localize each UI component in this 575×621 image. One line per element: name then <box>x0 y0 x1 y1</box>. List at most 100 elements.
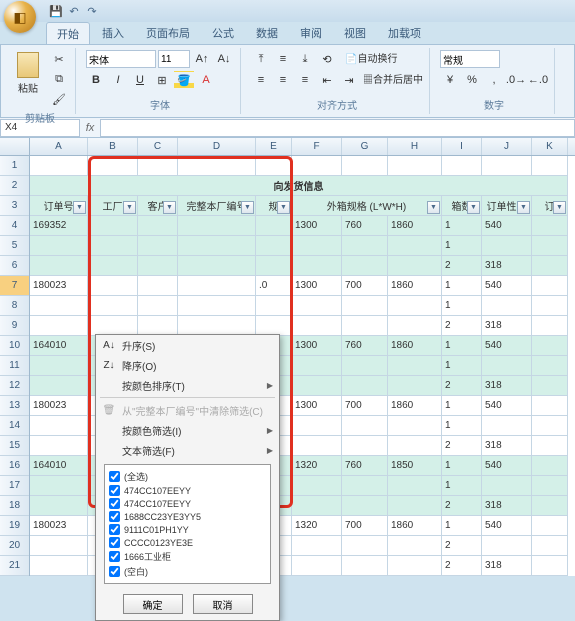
comma-icon[interactable]: , <box>484 71 504 89</box>
cell[interactable] <box>342 296 388 316</box>
cell[interactable] <box>30 256 88 276</box>
indent-dec-icon[interactable]: ⇤ <box>317 71 337 89</box>
dec-decimal-icon[interactable]: ←.0 <box>528 71 548 89</box>
cell[interactable]: 540 <box>482 336 532 356</box>
cell[interactable] <box>532 256 568 276</box>
tab-insert[interactable]: 插入 <box>92 22 134 44</box>
cell[interactable] <box>30 416 88 436</box>
cell[interactable] <box>342 316 388 336</box>
cell[interactable]: 规▼ <box>256 196 292 216</box>
filter-dropdown-icon[interactable]: ▼ <box>467 201 480 214</box>
cell[interactable] <box>292 356 342 376</box>
row-header[interactable]: 9 <box>0 316 29 336</box>
cell[interactable] <box>532 216 568 236</box>
checkbox[interactable] <box>109 566 120 577</box>
cell[interactable] <box>388 436 442 456</box>
cell[interactable]: 1320 <box>292 456 342 476</box>
cell[interactable] <box>292 376 342 396</box>
cell[interactable]: 1860 <box>388 276 442 296</box>
cell[interactable]: 700 <box>342 396 388 416</box>
cell[interactable] <box>532 536 568 556</box>
row-header[interactable]: 16 <box>0 456 29 476</box>
cell[interactable]: 164010 <box>30 456 88 476</box>
cell[interactable] <box>342 496 388 516</box>
cell[interactable]: 订▼ <box>532 196 568 216</box>
cell[interactable]: 318 <box>482 256 532 276</box>
cell[interactable]: 1860 <box>388 396 442 416</box>
cell[interactable] <box>256 316 292 336</box>
row-header[interactable]: 21 <box>0 556 29 576</box>
cancel-button[interactable]: 取消 <box>193 594 253 614</box>
cell[interactable]: 2 <box>442 376 482 396</box>
undo-icon[interactable]: ↶ <box>66 3 82 19</box>
redo-icon[interactable]: ↷ <box>84 3 100 19</box>
cell[interactable] <box>532 376 568 396</box>
cell[interactable] <box>342 156 388 176</box>
cell[interactable]: 1 <box>442 476 482 496</box>
cell[interactable] <box>138 216 178 236</box>
cell[interactable] <box>88 156 138 176</box>
column-header[interactable]: A <box>30 138 88 155</box>
cell[interactable]: 1 <box>442 416 482 436</box>
fx-icon[interactable]: fx <box>80 122 100 134</box>
cell[interactable] <box>342 476 388 496</box>
cell[interactable] <box>292 476 342 496</box>
cell[interactable]: 1 <box>442 296 482 316</box>
paste-button[interactable]: 粘贴 <box>11 50 45 96</box>
cell[interactable] <box>178 236 256 256</box>
align-right-icon[interactable]: ≡ <box>295 71 315 89</box>
cell[interactable] <box>482 356 532 376</box>
cell[interactable]: 1 <box>442 336 482 356</box>
cell[interactable] <box>292 416 342 436</box>
cell[interactable]: 1 <box>442 456 482 476</box>
cell[interactable] <box>532 476 568 496</box>
cell[interactable]: 1320 <box>292 516 342 536</box>
cell[interactable] <box>532 496 568 516</box>
cell[interactable] <box>532 556 568 576</box>
cell[interactable] <box>30 156 88 176</box>
cell[interactable] <box>342 536 388 556</box>
cell[interactable] <box>30 236 88 256</box>
cell[interactable] <box>388 256 442 276</box>
cell[interactable]: 700 <box>342 276 388 296</box>
cell[interactable] <box>256 256 292 276</box>
cell[interactable]: 540 <box>482 516 532 536</box>
cell[interactable]: 318 <box>482 556 532 576</box>
cell[interactable] <box>532 456 568 476</box>
checkbox[interactable] <box>109 524 120 535</box>
cell[interactable] <box>292 236 342 256</box>
cell[interactable]: 1300 <box>292 276 342 296</box>
cell[interactable] <box>30 556 88 576</box>
row-header[interactable]: 19 <box>0 516 29 536</box>
cell[interactable] <box>292 296 342 316</box>
cell[interactable] <box>388 496 442 516</box>
cell[interactable] <box>178 256 256 276</box>
cell[interactable]: 760 <box>342 336 388 356</box>
cell[interactable] <box>342 356 388 376</box>
cell[interactable] <box>30 316 88 336</box>
row-header[interactable]: 5 <box>0 236 29 256</box>
cell[interactable]: 700 <box>342 516 388 536</box>
cell[interactable]: 客户▼ <box>138 196 178 216</box>
cell[interactable] <box>388 476 442 496</box>
sort-by-color-item[interactable]: 按颜色排序(T)▶ <box>96 375 279 395</box>
cell[interactable]: 2 <box>442 496 482 516</box>
tab-formulas[interactable]: 公式 <box>202 22 244 44</box>
filter-dropdown-icon[interactable]: ▼ <box>517 201 530 214</box>
font-color-icon[interactable]: A <box>196 71 216 89</box>
sort-asc-item[interactable]: A↓升序(S) <box>96 335 279 355</box>
border-icon[interactable]: ⊞ <box>152 71 172 89</box>
cell[interactable] <box>292 436 342 456</box>
cell[interactable] <box>482 536 532 556</box>
tab-home[interactable]: 开始 <box>46 22 90 44</box>
checkbox[interactable] <box>109 485 120 496</box>
merge-center-button[interactable]: ▦合并后居中 <box>363 71 423 89</box>
cell[interactable]: 540 <box>482 456 532 476</box>
cell[interactable] <box>256 156 292 176</box>
cell[interactable] <box>256 236 292 256</box>
cell[interactable]: 169352 <box>30 216 88 236</box>
row-header[interactable]: 14 <box>0 416 29 436</box>
cell[interactable]: 540 <box>482 276 532 296</box>
currency-icon[interactable]: ¥ <box>440 71 460 89</box>
filter-dropdown-icon[interactable]: ▼ <box>241 201 254 214</box>
